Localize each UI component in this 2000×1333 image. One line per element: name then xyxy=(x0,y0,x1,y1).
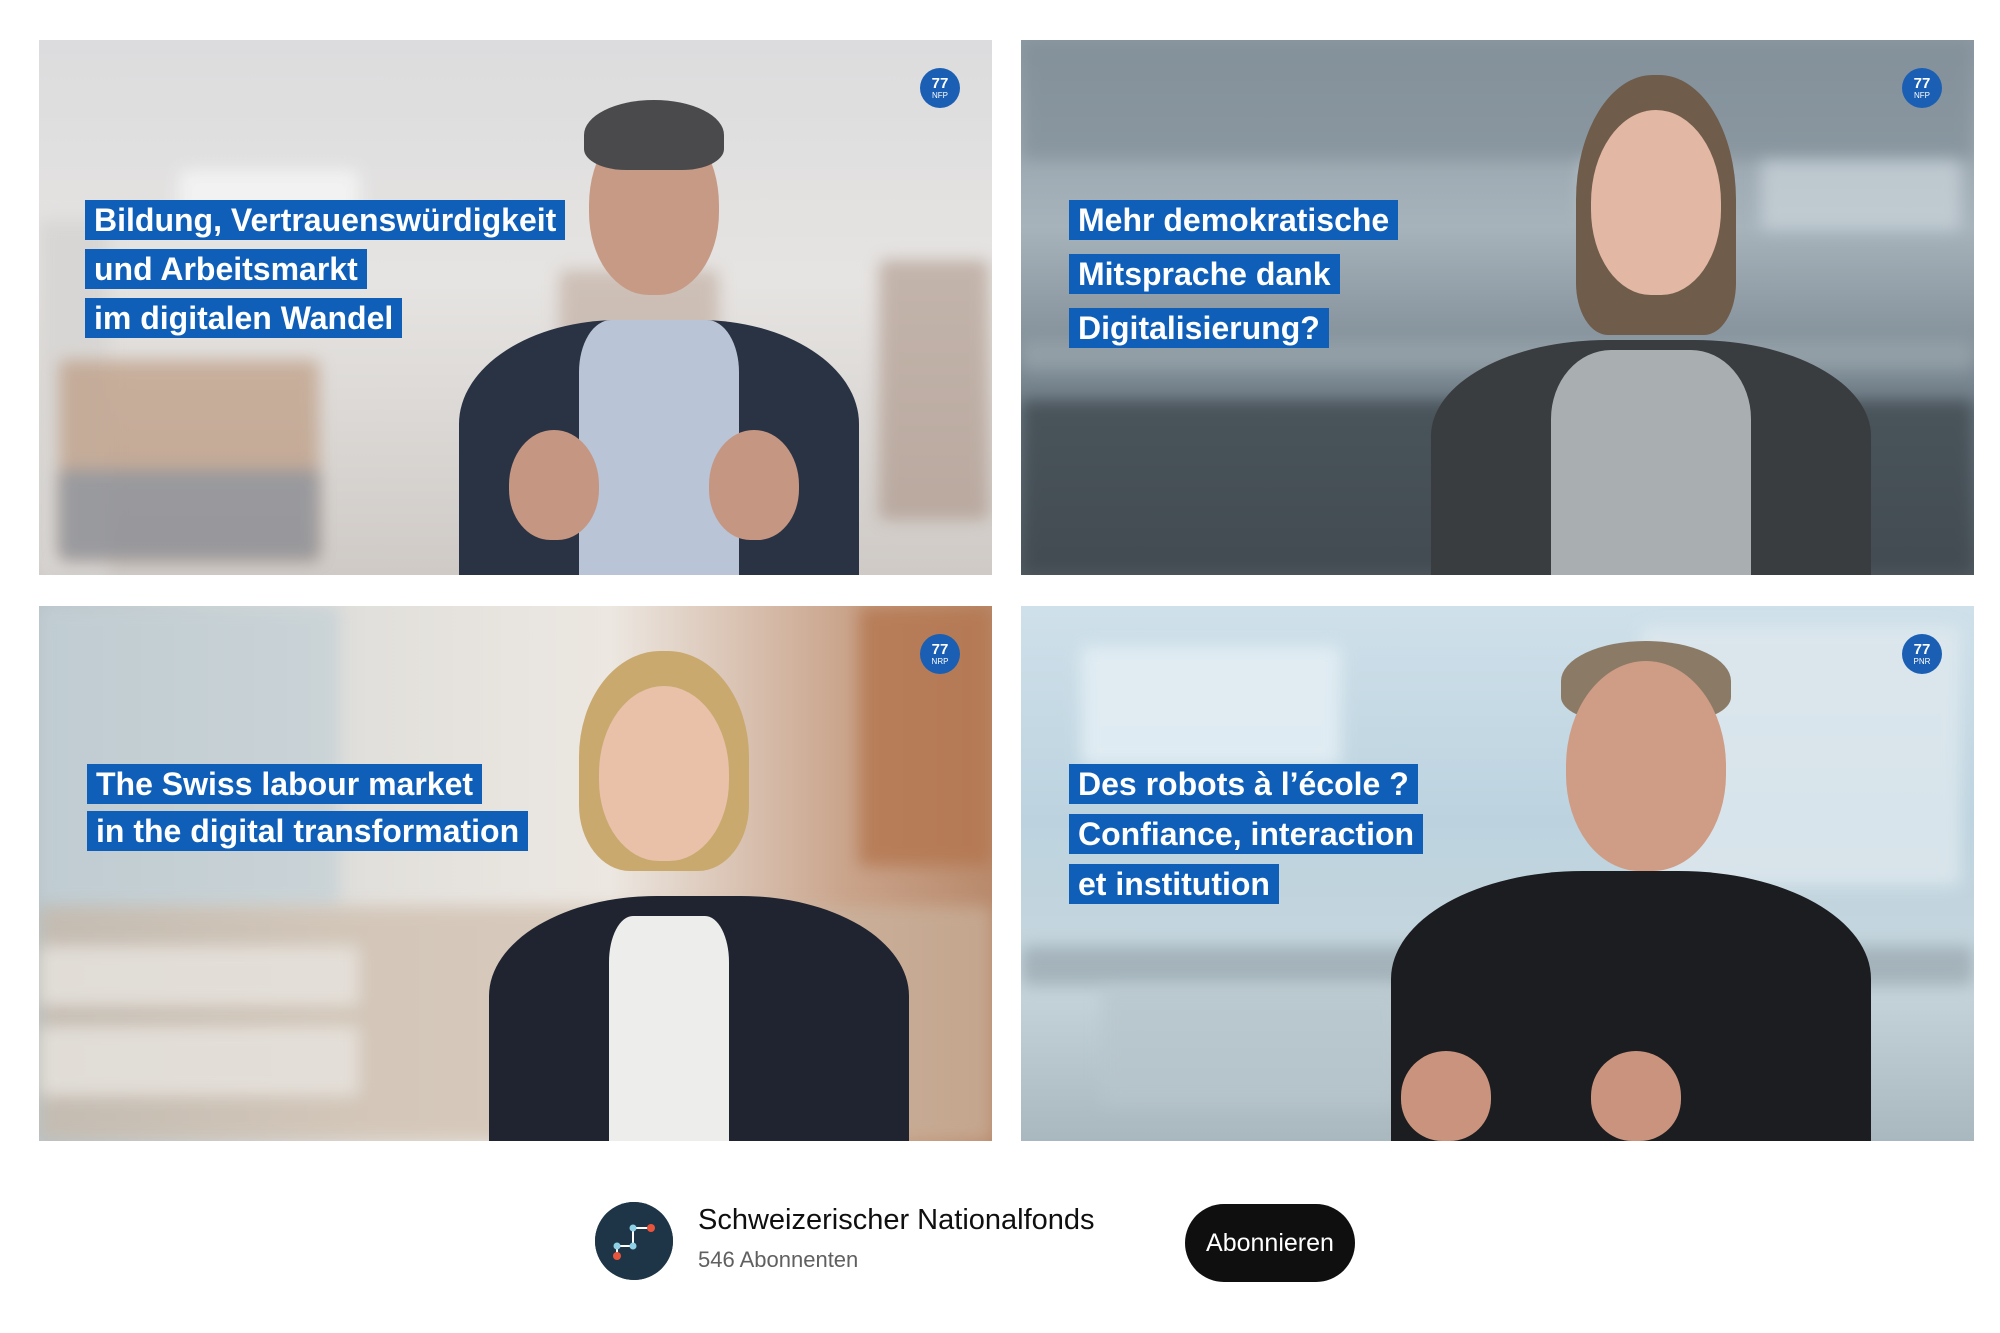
video-thumbnail-2[interactable]: 77 NFP Mehr demokratische Mitsprache dan… xyxy=(1021,40,1974,575)
video-title-overlay: Des robots à l’école ? Confiance, intera… xyxy=(1069,764,1424,914)
title-line: und Arbeitsmarkt xyxy=(85,249,367,289)
title-line: im digitalen Wandel xyxy=(85,298,403,338)
speaker-person xyxy=(1391,631,1871,1141)
title-line: Bildung, Vertrauenswürdigkeit xyxy=(85,200,566,240)
video-title-overlay: The Swiss labour market in the digital t… xyxy=(87,764,529,858)
video-thumbnail-4[interactable]: 77 PNR Des robots à l’école ? Confiance,… xyxy=(1021,606,1974,1141)
title-line: in the digital transformation xyxy=(87,811,529,851)
subscriber-count: 546 Abonnenten xyxy=(698,1247,859,1272)
title-line: Des robots à l’école ? xyxy=(1069,764,1418,804)
title-line: et institution xyxy=(1069,864,1279,904)
title-line: The Swiss labour market xyxy=(87,764,483,804)
video-thumbnail-3[interactable]: 77 NRP The Swiss labour market in the di… xyxy=(39,606,992,1141)
nfp-logo-icon: 77 NFP xyxy=(920,68,960,108)
title-line: Digitalisierung? xyxy=(1069,308,1329,348)
nrp-logo-icon: 77 NRP xyxy=(920,634,960,674)
video-thumbnail-1[interactable]: 77 NFP Bildung, Vertrauenswürdigkeit und… xyxy=(39,40,992,575)
snf-logo-icon xyxy=(595,1202,673,1280)
channel-bar: Schweizerischer Nationalfonds 546 Abonne… xyxy=(595,1198,1415,1282)
title-line: Mitsprache dank xyxy=(1069,254,1340,294)
channel-name[interactable]: Schweizerischer Nationalfonds xyxy=(698,1204,1095,1237)
nfp-logo-icon: 77 NFP xyxy=(1902,68,1942,108)
title-line: Confiance, interaction xyxy=(1069,814,1424,854)
speaker-person xyxy=(489,646,909,1141)
subscribe-button[interactable]: Abonnieren xyxy=(1185,1204,1355,1282)
channel-avatar[interactable] xyxy=(595,1202,673,1280)
video-title-overlay: Bildung, Vertrauenswürdigkeit und Arbeit… xyxy=(85,200,566,347)
video-grid: 77 NFP Bildung, Vertrauenswürdigkeit und… xyxy=(0,0,2000,1160)
title-line: Mehr demokratische xyxy=(1069,200,1399,240)
pnr-logo-icon: 77 PNR xyxy=(1902,634,1942,674)
video-title-overlay: Mehr demokratische Mitsprache dank Digit… xyxy=(1069,200,1399,362)
speaker-person xyxy=(1431,60,1871,575)
